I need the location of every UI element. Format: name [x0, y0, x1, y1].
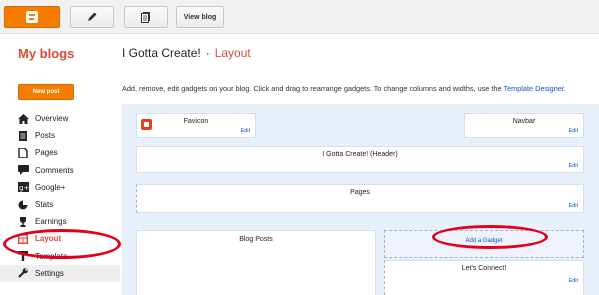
pages-gadget[interactable]: Pages Edit [136, 184, 584, 213]
blogger-logo-icon [26, 11, 38, 23]
sidebar-item-settings[interactable]: Settings [0, 264, 120, 282]
header-gadget-title: I Gotta Create! (Header) [322, 151, 398, 158]
blog-posts-gadget[interactable]: Blog Posts [136, 230, 376, 295]
title-separator: · [205, 46, 210, 60]
header-edit-link[interactable]: Edit [569, 163, 578, 169]
new-post-button[interactable]: New post [18, 84, 74, 100]
trophy-icon [17, 216, 29, 227]
posts-icon [17, 130, 29, 141]
navbar-title: Navbar [512, 118, 536, 125]
pages-icon [141, 12, 150, 23]
pages-edit-link[interactable]: Edit [569, 203, 578, 209]
sidebar-item-stats[interactable]: Stats [17, 196, 120, 213]
sidebar-item-label: Comments [35, 165, 74, 175]
sidebar-item-label: Posts [35, 131, 56, 141]
wrench-icon [17, 268, 29, 279]
sidebar-item-comments[interactable]: Comments [17, 162, 120, 179]
sidebar-item-overview[interactable]: Overview [17, 110, 120, 127]
page-title: I Gotta Create! · Layout [122, 46, 251, 60]
sidebar-item-label: Settings [35, 268, 64, 278]
my-blogs-link[interactable]: My blogs [18, 46, 74, 61]
blogger-logo-button[interactable] [4, 6, 60, 28]
sidebar-item-label: Google+ [35, 182, 66, 192]
svg-text:g+: g+ [19, 184, 29, 192]
favicon-gadget[interactable]: Favicon Edit [136, 113, 256, 138]
navbar-edit-link[interactable]: Edit [569, 128, 578, 134]
pencil-icon [88, 12, 97, 21]
google-plus-icon: g+ [17, 182, 29, 193]
lets-connect-edit-link[interactable]: Edit [569, 278, 578, 284]
sidebar-item-google-plus[interactable]: g+ Google+ [17, 179, 120, 196]
blog-name: I Gotta Create! [122, 46, 201, 60]
sidebar-item-pages[interactable]: Pages [17, 144, 120, 161]
home-icon [17, 113, 29, 124]
description-text: Add, remove, edit gadgets on your blog. … [122, 84, 504, 93]
sidebar-item-label: Earnings [35, 217, 67, 227]
pages-gadget-title: Pages [350, 189, 370, 196]
template-designer-link[interactable]: Template Designer. [503, 84, 565, 93]
lets-connect-gadget[interactable]: Let's Connect! Edit [384, 260, 584, 295]
annotation-oval-layout [3, 229, 121, 259]
sidebar-item-label: Overview [35, 114, 69, 124]
top-toolbar: View blog [0, 0, 599, 34]
posts-list-button[interactable] [124, 6, 168, 28]
sidebar-item-posts[interactable]: Posts [17, 127, 120, 144]
navbar-gadget[interactable]: Navbar Edit [464, 113, 584, 138]
stats-icon [17, 199, 29, 210]
sidebar-item-label: Pages [35, 148, 58, 158]
view-blog-button[interactable]: View blog [176, 6, 224, 28]
sidebar-item-earnings[interactable]: Earnings [17, 213, 120, 230]
lets-connect-title: Let's Connect! [461, 265, 507, 272]
layout-canvas: Favicon Edit Navbar Edit I Gotta Create!… [122, 104, 599, 295]
favicon-edit-link[interactable]: Edit [241, 128, 250, 134]
favicon-title: Favicon [183, 118, 209, 125]
header-gadget[interactable]: I Gotta Create! (Header) Edit [136, 146, 584, 173]
blog-posts-title: Blog Posts [239, 236, 273, 243]
pages-icon [17, 147, 29, 158]
comments-icon [17, 165, 29, 176]
section-name: Layout [214, 46, 251, 60]
new-post-pencil-button[interactable] [70, 6, 114, 28]
annotation-oval-add-gadget [432, 225, 548, 249]
sidebar-item-label: Stats [35, 200, 54, 210]
layout-description: Add, remove, edit gadgets on your blog. … [122, 84, 566, 93]
